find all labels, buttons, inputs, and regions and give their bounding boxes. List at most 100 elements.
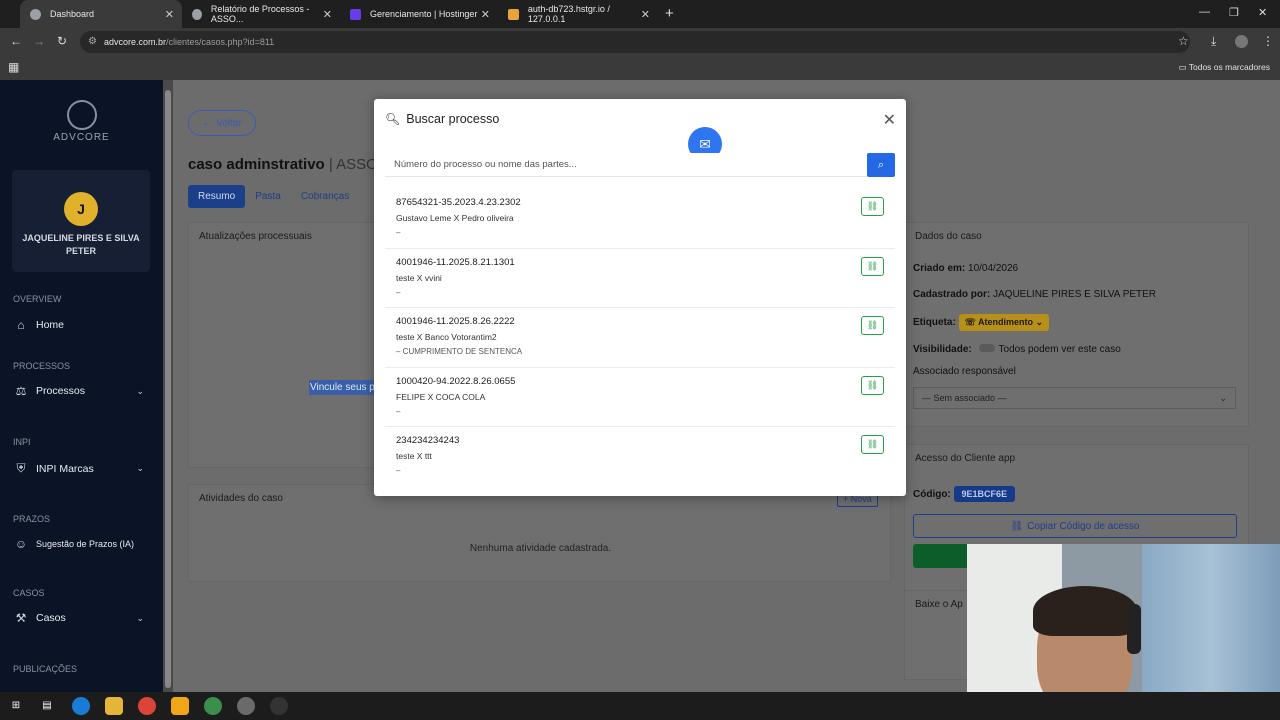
back-arrow-icon[interactable]: ←: [10, 34, 22, 48]
search-button[interactable]: ⌕: [867, 153, 895, 177]
page-scrollbar[interactable]: [163, 80, 173, 692]
list-item[interactable]: 1000420-94.2022.8.26.0655 FELIPE X COCA …: [385, 368, 895, 427]
shield-icon: ⛨: [16, 461, 26, 475]
reload-icon[interactable]: ↻: [57, 34, 67, 48]
chevron-down-icon: ⌄: [1219, 393, 1227, 403]
link-icon[interactable]: ⛓: [861, 197, 884, 216]
hostinger-icon: [350, 8, 361, 20]
chrome-icon[interactable]: [138, 697, 156, 715]
search-bar: ⌕: [385, 153, 895, 177]
menu-kebab-icon[interactable]: ⋮: [1262, 34, 1274, 48]
tab-phpmyadmin[interactable]: auth-db723.hstgr.io / 127.0.0.1 ✕: [498, 0, 658, 28]
bookmark-star-icon[interactable]: ☆: [1178, 34, 1189, 48]
copy-code-button[interactable]: ⛓ Copiar Código de acesso: [913, 514, 1237, 538]
tag-dropdown[interactable]: ☏ Atendimento ⌄: [958, 314, 1050, 331]
maximize-icon[interactable]: ❐: [1229, 6, 1239, 19]
windows-start-icon[interactable]: ⊞: [7, 697, 25, 715]
file-explorer-icon[interactable]: [105, 697, 123, 715]
tab-pasta[interactable]: Pasta: [245, 185, 291, 208]
all-bookmarks[interactable]: ▭ Todos os marcadores: [1178, 62, 1270, 73]
activities-panel: Atividades do caso + Nova Nenhuma ativid…: [188, 484, 891, 582]
tab-dashboard[interactable]: Dashboard ✕: [20, 0, 182, 28]
list-item[interactable]: 87654321-35.2023.4.23.2302 Gustavo Leme …: [385, 189, 895, 249]
access-code: 9E1BCF6E: [953, 486, 1016, 502]
url-field[interactable]: ⚙ advcore.com.br/clientes/casos.php?id=8…: [80, 31, 1190, 53]
globe-icon: [192, 8, 202, 20]
close-window-icon[interactable]: ✕: [1258, 6, 1267, 19]
download-icon[interactable]: ⤓: [1211, 34, 1216, 49]
close-tab-icon[interactable]: ✕: [641, 8, 650, 21]
profile-avatar-icon[interactable]: [1235, 35, 1248, 48]
results-list: 87654321-35.2023.4.23.2302 Gustavo Leme …: [385, 189, 895, 487]
phpmyadmin-icon: [508, 8, 519, 20]
sublime-icon[interactable]: [171, 697, 189, 715]
tag-row: Etiqueta: ☏ Atendimento ⌄: [913, 314, 1050, 331]
link-icon[interactable]: ⛓: [861, 316, 884, 335]
chevron-down-icon: ⌄: [136, 463, 144, 473]
close-tab-icon[interactable]: ✕: [481, 8, 490, 21]
section-prazos: PRAZOS: [13, 514, 51, 524]
back-button[interactable]: ← Voltar: [188, 110, 256, 136]
close-icon[interactable]: ✕: [883, 110, 896, 130]
avatar: J: [64, 192, 98, 226]
new-tab-icon[interactable]: +: [665, 5, 674, 22]
tab-resumo[interactable]: Resumo: [188, 185, 246, 208]
close-tab-icon[interactable]: ✕: [323, 8, 332, 21]
list-item[interactable]: 4001946-11.2025.8.26.2222 teste X Banco …: [385, 308, 895, 368]
link-icon[interactable]: ⛓: [861, 375, 884, 395]
apps-grid-icon[interactable]: ▦: [8, 60, 19, 74]
obs-icon[interactable]: [270, 697, 288, 715]
case-data-title: Dados do caso: [915, 231, 982, 242]
sidebar-item-sugestao-prazos[interactable]: ☺ Sugestão de Prazos (IA): [13, 537, 148, 551]
user-card: J JAQUELINE PIRES E SILVA PETER: [12, 170, 150, 272]
search-input[interactable]: [385, 153, 867, 177]
link-icon[interactable]: ⛓: [861, 256, 884, 276]
selected-text: Vincule seus p: [309, 380, 376, 395]
home-icon: ⌂: [17, 318, 25, 332]
logo-mark-icon: [66, 100, 97, 130]
assoc-select[interactable]: — Sem associado — ⌄: [913, 387, 1236, 409]
sidebar-item-processos[interactable]: ⚖ Processos ⌄: [13, 384, 148, 398]
search-process-modal: 🔍︎ Buscar processo ✕ ✉ ⌕ 87654321-35.202…: [374, 99, 906, 496]
sidebar: ADVCORE J JAQUELINE PIRES E SILVA PETER …: [0, 80, 163, 692]
close-tab-icon[interactable]: ✕: [165, 8, 174, 21]
logo[interactable]: ADVCORE: [0, 100, 163, 143]
case-tabs: Resumo Pasta Cobranças: [188, 185, 359, 208]
assoc-label: Associado responsável: [913, 366, 1016, 377]
forward-arrow-icon[interactable]: →: [33, 34, 45, 48]
address-bar-row: ← → ↻ ⚙ advcore.com.br/clientes/casos.ph…: [0, 28, 1280, 56]
site-info-icon[interactable]: ⚙: [88, 36, 97, 47]
search-icon: 🔍︎: [385, 112, 401, 126]
created-row: Criado em: 10/04/2026: [913, 263, 1019, 274]
task-view-icon[interactable]: ▤: [38, 697, 56, 715]
visibility-toggle[interactable]: [978, 344, 995, 352]
minimize-icon[interactable]: —: [1199, 6, 1210, 18]
whatsapp-button[interactable]: [913, 544, 973, 568]
page-title: caso adminstrativo | ASSO: [188, 156, 378, 173]
chevron-down-icon: ⌄: [136, 612, 144, 623]
link-icon[interactable]: ⛓: [861, 435, 884, 454]
bookmarks-bar: ▦ ▭ Todos os marcadores: [0, 56, 1280, 80]
tab-cobrancas[interactable]: Cobranças: [291, 185, 359, 208]
tab-hostinger[interactable]: Gerenciamento | Hostinger ✕: [340, 0, 498, 28]
scale-icon: ⚖: [15, 384, 27, 398]
user-name: JAQUELINE PIRES E SILVA PETER: [22, 233, 140, 256]
list-item[interactable]: 234234234243 teste X ttt – ⛓: [385, 427, 895, 487]
sidebar-item-casos[interactable]: ⚒ Casos ⌄: [13, 611, 148, 625]
section-casos: CASOS: [13, 588, 45, 598]
globe-icon: [30, 8, 41, 20]
tab-relatorio[interactable]: Relatório de Processos - ASSO... ✕: [182, 0, 340, 28]
sidebar-item-home[interactable]: ⌂ Home: [13, 318, 148, 332]
edge-icon[interactable]: [72, 697, 90, 715]
os-taskbar: ⊞ ▤: [0, 692, 1280, 720]
section-publicacoes: PUBLICAÇÕES: [13, 664, 78, 674]
list-item[interactable]: 4001946-11.2025.8.21.1301 teste X vvini …: [385, 249, 895, 308]
chrome-profile-icon[interactable]: [237, 697, 255, 715]
headset-icon: [1127, 604, 1141, 654]
modal-title: 🔍︎ Buscar processo: [385, 112, 500, 126]
sidebar-item-inpi-marcas[interactable]: ⛨ INPI Marcas ⌄: [13, 461, 148, 476]
scrollbar-thumb[interactable]: [165, 90, 171, 688]
section-processos: PROCESSOS: [13, 361, 71, 371]
chrome-profile-icon[interactable]: [204, 697, 222, 715]
visibility-row: Visibilidade: Todos podem ver este caso: [913, 344, 1121, 355]
